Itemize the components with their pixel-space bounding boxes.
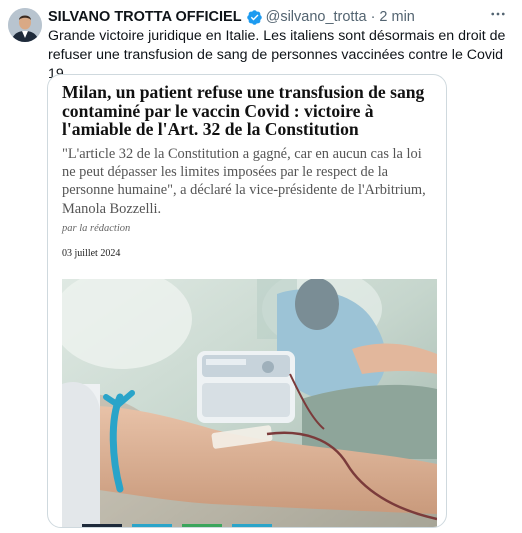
author-avatar[interactable] xyxy=(8,8,42,42)
tweet-timestamp[interactable]: 2 min xyxy=(379,9,414,25)
article-date: 03 juillet 2024 xyxy=(62,248,121,259)
article-byline: par la rédaction xyxy=(62,223,131,234)
article-title[interactable]: Milan, un patient refuse une transfusion… xyxy=(62,83,434,139)
separator-dot: · xyxy=(370,9,376,25)
more-options-icon[interactable] xyxy=(486,4,510,24)
verified-badge-icon xyxy=(246,9,263,26)
article-quote: "L'article 32 de la Constitution a gagné… xyxy=(62,146,426,217)
author-name[interactable]: SILVANO TROTTA OFFICIEL xyxy=(48,9,242,25)
tweet-header: SILVANO TROTTA OFFICIEL @silvano_trotta … xyxy=(48,7,492,27)
author-handle[interactable]: @silvano_trotta xyxy=(266,9,367,25)
article-photo[interactable] xyxy=(62,279,437,527)
article-card[interactable]: Milan, un patient refuse une transfusion… xyxy=(47,74,447,528)
